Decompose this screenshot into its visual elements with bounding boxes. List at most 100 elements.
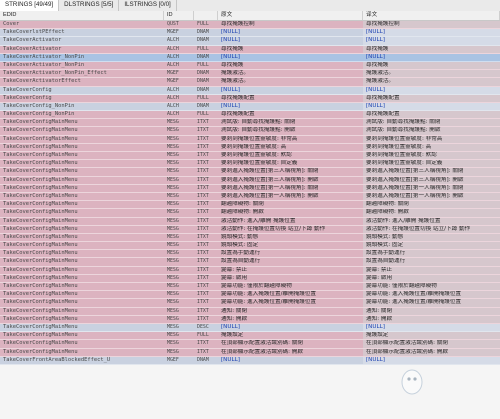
record-type-cell: MGEF bbox=[167, 356, 179, 363]
table-row[interactable]: TakeCoverActivator_NonPin_Effect MGEF DNAM… bbox=[0, 70, 500, 79]
field-type-cell: DNAM bbox=[197, 37, 209, 44]
table-row[interactable]: TakeCoverConfigMainMenu MESG ITXT 激活動作: 在掩護… bbox=[0, 225, 500, 234]
translation-text-cell: 尋找掩護配置 bbox=[363, 94, 500, 102]
tab-ilstrings[interactable]: ILSTRINGS [0/0] bbox=[119, 0, 177, 11]
tab-strings[interactable]: STRINGS [49/49] bbox=[0, 0, 60, 11]
table-row[interactable]: TakeCoverConfig ALCH FULL 尋找掩護配置 尋找掩護配置 bbox=[0, 94, 500, 103]
translation-text-cell: 尋找掩護控制 bbox=[363, 21, 500, 29]
table-row[interactable]: TakeCoverConfigMainMenu MESG ITXT 變幕功能: 進入掩… bbox=[0, 299, 500, 308]
original-text-cell: 鏡頭模式: 動態 bbox=[221, 233, 259, 240]
edid-cell: TakeCoverActivator_NonPin bbox=[3, 61, 85, 68]
record-type-cell: ALCH bbox=[167, 102, 179, 109]
table-row[interactable]: TakeCoverConfig_NonPin ALCH DNAM [NULL] [NUL… bbox=[0, 102, 500, 112]
table-row[interactable]: TakeCoverConfigMainMenu MESG ITXT 通知: 關閉 通知:… bbox=[0, 307, 500, 316]
table-row[interactable]: TakeCoverConfigMainMenu MESG ITXT 翻越障礙物: 關閉… bbox=[0, 201, 500, 210]
table-row[interactable]: TakeCoverConfig_NonPin ALCH FULL 尋找掩護配置 尋找掩護… bbox=[0, 111, 500, 120]
table-row[interactable]: TakeCoverConfigMainMenu MESG ITXT 設置為自動運行 設置… bbox=[0, 258, 500, 267]
record-type-cell: MESG bbox=[167, 348, 179, 355]
column-header-translation[interactable]: 译文 bbox=[363, 11, 500, 20]
field-type-cell: ITXT bbox=[197, 242, 209, 249]
table-row[interactable]: TakeCoverConfigMainMenu MESG ITXT 變幕功能: 進入掩… bbox=[0, 291, 500, 300]
translation-text-cell: 激活動作: 在掩護位置切換 站立/下蹲 動作 bbox=[363, 225, 500, 233]
table-row[interactable]: TakeCoverConfigMainMenu MESG ITXT 設置為手動運行 設置… bbox=[0, 250, 500, 259]
edid-cell: TakeCoverConfigMainMenu bbox=[3, 266, 78, 273]
table-row[interactable]: TakeCoverConfigMainMenu MESG ITXT 測試版: 自動尋找… bbox=[0, 119, 500, 128]
translation-text-cell: 尋找掩護 bbox=[363, 61, 500, 70]
edid-cell: TakeCoverActivatorEffect bbox=[3, 78, 81, 85]
table-row[interactable]: TakeCoverConfigMainMenu MESG FULL 掩護設定 掩護設定 bbox=[0, 332, 500, 341]
column-header-id[interactable]: ID bbox=[164, 11, 194, 20]
record-type-cell: MESG bbox=[167, 119, 179, 126]
table-row[interactable]: TakeCoverConfigMainMenu MESG ITXT 要刺到掩護位置靈敏… bbox=[0, 143, 500, 152]
edid-cell: TakeCoverConfigMainMenu bbox=[3, 348, 78, 355]
field-type-cell: ITXT bbox=[197, 299, 209, 306]
record-type-cell: MESG bbox=[167, 135, 179, 142]
column-header-field[interactable] bbox=[194, 11, 218, 20]
field-type-cell: FULL bbox=[197, 21, 209, 27]
edid-cell: TakeCoverFrontAreaBlockedEffect_U bbox=[3, 356, 111, 363]
table-row[interactable]: TakeCoverConfigMainMenu MESG ITXT 要刺到掩護位置靈敏… bbox=[0, 135, 500, 144]
table-row[interactable]: TakeCoverConfigMainMenu MESG ITXT 在頂部顯示配置激活… bbox=[0, 340, 500, 349]
translation-text-cell: 測試版: 自動尋找掩護點: 開啟 bbox=[363, 127, 500, 135]
table-row[interactable]: TakeCoverConfigMainMenu MESG ITXT 要刺到掩護位置靈敏… bbox=[0, 152, 500, 161]
original-text-cell: 在頂部顯示配置激活識別碼: 開啟 bbox=[221, 348, 303, 355]
table-row[interactable]: TakeCoverConfigMainMenu MESG ITXT 測試版: 自動尋找… bbox=[0, 127, 500, 136]
record-type-cell: MESG bbox=[167, 315, 179, 322]
table-row[interactable]: TakeCoverActivator ALCH FULL 尋找掩護 尋找掩護 bbox=[0, 45, 500, 54]
table-row[interactable]: TakeCoverlstPEffect MGEF DNAM [NULL] [NULL] bbox=[0, 29, 500, 38]
record-type-cell: MESG bbox=[167, 250, 179, 257]
table-row[interactable]: TakeCoverConfigMainMenu MESG ITXT 變幕功能: 僅限於… bbox=[0, 283, 500, 292]
table-row[interactable]: TakeCoverConfigMainMenu MESG ITXT 激活動作: 進入/… bbox=[0, 217, 500, 226]
table-row[interactable]: TakeCoverActivatorEffect MGEF DNAM 掩護激活。 掩護激… bbox=[0, 78, 500, 87]
record-type-cell: MESG bbox=[167, 323, 179, 330]
original-text-cell: 變幕: 禁止 bbox=[221, 266, 248, 273]
record-type-cell: ALCH bbox=[167, 111, 179, 118]
table-row[interactable]: TakeCoverActivator_NonPin ALCH FULL 尋找掩護 尋找掩… bbox=[0, 61, 500, 71]
table-row[interactable]: TakeCoverConfigMainMenu MESG ITXT 要刺進入掩護位置[… bbox=[0, 192, 500, 202]
table-row[interactable]: TakeCoverConfigMainMenu MESG ITXT 翻越障礙物: 開啟… bbox=[0, 209, 500, 218]
edid-cell: TakeCoverConfigMainMenu bbox=[3, 340, 78, 347]
table-row[interactable]: TakeCoverActivator ALCH DNAM [NULL] [NULL] bbox=[0, 37, 500, 46]
edid-cell: TakeCoverConfigMainMenu bbox=[3, 201, 78, 208]
field-type-cell: FULL bbox=[197, 111, 209, 118]
table-row[interactable]: TakeCoverConfigMainMenu MESG ITXT 鏡頭模式: 固定 鏡… bbox=[0, 242, 500, 251]
table-row[interactable]: TakeCoverConfigMainMenu MESG ITXT 要刺進入掩護位置[… bbox=[0, 176, 500, 185]
edid-cell: TakeCoverActivator bbox=[3, 37, 62, 44]
table-row[interactable]: TakeCoverActivator_NonPin ALCH DNAM [NULL] [… bbox=[0, 53, 500, 62]
translation-text-cell: [NULL] bbox=[363, 102, 500, 111]
edid-cell: TakeCoverConfigMainMenu bbox=[3, 184, 78, 191]
tab-dlstrings[interactable]: DLSTRINGS [5/5] bbox=[59, 0, 120, 11]
table-row[interactable]: TakeCoverConfigMainMenu MESG ITXT 要刺進入掩護位置[… bbox=[0, 168, 500, 177]
record-type-cell: MESG bbox=[167, 184, 179, 191]
translation-text-cell: 要刺到掩護位置靈敏度: 默認 bbox=[363, 152, 500, 160]
table-row[interactable]: TakeCoverConfig ALCH DNAM [NULL] [NULL] bbox=[0, 86, 500, 95]
column-header-original[interactable]: 原文 bbox=[218, 11, 363, 20]
original-text-cell: 尋找掩護配置 bbox=[221, 111, 255, 118]
record-type-cell: MESG bbox=[167, 192, 179, 199]
field-type-cell: FULL bbox=[197, 61, 209, 68]
edid-cell: TakeCoverConfigMainMenu bbox=[3, 323, 78, 330]
translation-text-cell: 測試版: 自動尋找掩護點: 關閉 bbox=[363, 119, 500, 127]
table-row[interactable]: TakeCoverConfigMainMenu MESG ITXT 鏡頭模式: 動態 鏡… bbox=[0, 233, 500, 243]
table-row[interactable]: Cover QUST FULL 尋找掩護控制 尋找掩護控制 bbox=[0, 21, 500, 30]
original-text-cell: 激活動作: 在掩護位置切換 站立/下蹲 動作 bbox=[221, 225, 326, 232]
original-text-cell: 尋找掩護 bbox=[221, 45, 244, 52]
original-text-cell: 變幕: 啟用 bbox=[221, 274, 248, 281]
record-type-cell: MESG bbox=[167, 266, 179, 273]
table-row[interactable]: TakeCoverConfigMainMenu MESG ITXT 變幕: 啟用 變幕:… bbox=[0, 274, 500, 283]
record-type-cell: MGEF bbox=[167, 70, 179, 77]
translation-text-cell: 通知: 關閉 bbox=[363, 307, 500, 315]
table-row[interactable]: TakeCoverConfigMainMenu MESG ITXT 要刺進入掩護位置[… bbox=[0, 184, 500, 193]
table-row[interactable]: TakeCoverConfigMainMenu MESG ITXT 在頂部顯示配置激活… bbox=[0, 348, 500, 357]
table-row[interactable]: TakeCoverConfigMainMenu MESG ITXT 變幕: 禁止 變幕:… bbox=[0, 266, 500, 275]
column-header-edid[interactable]: EDID bbox=[0, 11, 164, 20]
record-type-cell: MGEF bbox=[167, 78, 179, 85]
record-type-cell: MESG bbox=[167, 233, 179, 240]
table-row[interactable]: TakeCoverConfigMainMenu MESG ITXT 要刺到掩護位置靈敏… bbox=[0, 160, 500, 169]
table-row[interactable]: TakeCoverConfigMainMenu MESG ITXT 通知: 開啟 通知:… bbox=[0, 315, 500, 324]
record-type-cell: MESG bbox=[167, 201, 179, 208]
table-row[interactable]: TakeCoverConfigMainMenu MESG DESC [NULL] [NU… bbox=[0, 323, 500, 333]
field-type-cell: ITXT bbox=[197, 135, 209, 142]
translation-text-cell: 鏡頭模式: 固定 bbox=[363, 242, 500, 250]
record-type-cell: ALCH bbox=[167, 94, 179, 101]
